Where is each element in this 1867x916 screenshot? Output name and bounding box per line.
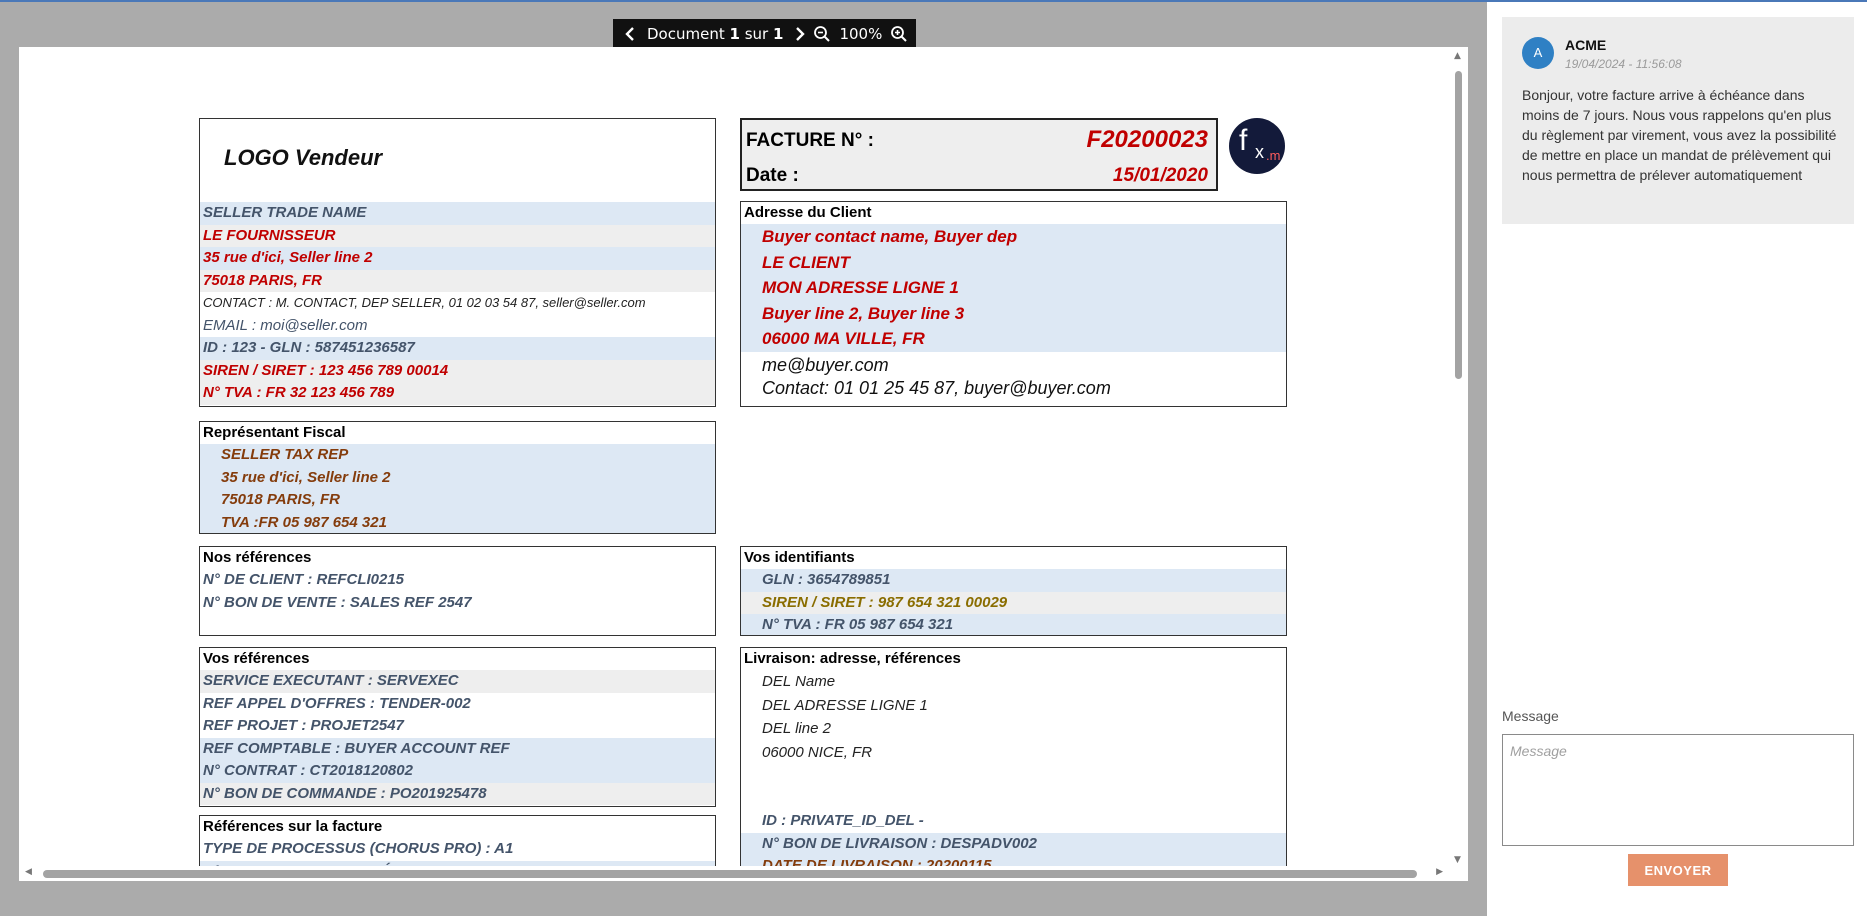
seller-contact: CONTACT : M. CONTACT, DEP SELLER, 01 02 …	[200, 292, 715, 315]
client-address-2: Buyer line 2, Buyer line 3	[741, 300, 1286, 327]
fx-logo: f x .m	[1229, 118, 1285, 174]
seller-id-gln: ID : 123 - GLN : 587451236587	[200, 337, 715, 360]
invoice-number-label: FACTURE N° :	[746, 130, 874, 151]
scroll-up-icon[interactable]: ▲	[1454, 51, 1461, 61]
comment-timestamp: 19/04/2024 - 11:56:08	[1565, 57, 1682, 71]
delivery-city: 06000 NICE, FR	[762, 743, 873, 761]
message-label: Message	[1502, 708, 1559, 724]
seller-tva: N° TVA : FR 32 123 456 789	[200, 382, 715, 405]
delivery-box: Livraison: adresse, références DEL Name …	[740, 647, 1287, 881]
your-ref-contract: N° CONTRAT : CT2018120802	[200, 760, 715, 783]
your-references-header: Vos références	[203, 650, 310, 667]
seller-logo: LOGO Vendeur	[224, 145, 383, 170]
chevron-right-icon[interactable]	[789, 23, 811, 45]
client-contact-name: Buyer contact name, Buyer dep	[741, 224, 1286, 250]
scroll-down-icon[interactable]: ▼	[1454, 855, 1461, 865]
page-current: 1	[729, 25, 740, 43]
invoice-ref-process: TYPE DE PROCESSUS (CHORUS PRO) : A1	[200, 838, 715, 861]
our-ref-client: N° DE CLIENT : REFCLI0215	[200, 569, 715, 592]
your-ref-order: N° BON DE COMMANDE : PO201925478	[200, 782, 715, 805]
seller-box: LOGO Vendeur SELLER TRADE NAME LE FOURNI…	[199, 118, 716, 407]
avatar: A	[1522, 37, 1554, 69]
our-references-box: Nos références N° DE CLIENT : REFCLI0215…	[199, 546, 716, 636]
your-id-gln: GLN : 3654789851	[741, 569, 1286, 592]
delivery-address-1: DEL ADRESSE LIGNE 1	[762, 696, 928, 714]
our-references-header: Nos références	[203, 549, 312, 566]
invoice-date: 15/01/2020	[1112, 165, 1208, 186]
send-button[interactable]: ENVOYER	[1628, 854, 1728, 886]
zoom-in-icon[interactable]	[888, 23, 910, 45]
client-header: Adresse du Client	[744, 204, 872, 221]
invoice-number-box: FACTURE N° : F20200023 Date : 15/01/2020	[740, 118, 1218, 191]
client-city: 06000 MA VILLE, FR	[741, 326, 1286, 352]
vertical-scroll-thumb[interactable]	[1455, 71, 1462, 379]
delivery-id: ID : PRIVATE_ID_DEL -	[741, 810, 1286, 833]
client-box: Adresse du Client Buyer contact name, Bu…	[740, 201, 1287, 407]
your-references-box: Vos références SERVICE EXECUTANT : SERVE…	[199, 647, 716, 807]
fiscal-rep-address: 35 rue d'ici, Seller line 2	[200, 466, 715, 489]
delivery-header: Livraison: adresse, références	[744, 650, 961, 667]
comments-sidebar: A ACME 19/04/2024 - 11:56:08 Bonjour, vo…	[1487, 2, 1867, 916]
fiscal-rep-box: Représentant Fiscal SELLER TAX REP 35 ru…	[199, 421, 716, 534]
invoice-references-header: Références sur la facture	[203, 818, 383, 835]
your-id-tva: N° TVA : FR 05 987 654 321	[741, 614, 1286, 635]
comment-author: ACME	[1565, 37, 1607, 53]
zoom-level: 100%	[839, 25, 883, 43]
seller-name: LE FOURNISSEUR	[200, 224, 715, 247]
delivery-name: DEL Name	[762, 673, 836, 690]
comment-card: A ACME 19/04/2024 - 11:56:08 Bonjour, vo…	[1502, 17, 1854, 224]
fiscal-rep-name: SELLER TAX REP	[200, 444, 715, 467]
your-id-siren: SIREN / SIRET : 987 654 321 00029	[741, 591, 1286, 614]
seller-email: EMAIL : moi@seller.com	[200, 314, 715, 337]
horizontal-scrollbar[interactable]: ◀ ▶	[19, 866, 1449, 881]
your-ref-tender: REF APPEL D'OFFRES : TENDER-002	[200, 692, 715, 715]
fiscal-rep-city: 75018 PARIS, FR	[200, 489, 715, 512]
scroll-left-icon[interactable]: ◀	[25, 867, 32, 877]
client-address-1: MON ADRESSE LIGNE 1	[741, 275, 1286, 301]
invoice-page: LOGO Vendeur SELLER TRADE NAME LE FOURNI…	[19, 47, 1468, 881]
comment-text: Bonjour, votre facture arrive à échéance…	[1522, 87, 1837, 183]
viewer-toolbar: Document 1 sur 1 100%	[613, 19, 917, 49]
page-indicator: Document 1 sur 1	[641, 25, 789, 43]
page-separator: sur	[744, 25, 769, 43]
fiscal-rep-header: Représentant Fiscal	[203, 424, 346, 441]
seller-city: 75018 PARIS, FR	[200, 269, 715, 292]
our-ref-sales: N° BON DE VENTE : SALES REF 2547	[200, 591, 715, 614]
seller-siren: SIREN / SIRET : 123 456 789 00014	[200, 359, 715, 382]
fiscal-rep-tva: TVA :FR 05 987 654 321	[200, 511, 715, 533]
invoice-date-label: Date :	[746, 165, 799, 186]
vertical-scrollbar[interactable]: ▲ ▼	[1449, 47, 1468, 881]
client-name: LE CLIENT	[741, 249, 1286, 276]
horizontal-scroll-thumb[interactable]	[43, 870, 1417, 878]
scroll-right-icon[interactable]: ▶	[1436, 867, 1443, 877]
your-identifiers-box: Vos identifiants GLN : 3654789851 SIREN …	[740, 546, 1287, 636]
client-email: me@buyer.com	[762, 354, 889, 375]
delivery-address-2: DEL line 2	[762, 720, 831, 737]
chevron-left-icon[interactable]	[619, 23, 641, 45]
page-total: 1	[773, 25, 784, 43]
your-ref-project: REF PROJET : PROJET2547	[200, 715, 715, 738]
your-ref-service: SERVICE EXECUTANT : SERVEXEC	[200, 670, 715, 693]
invoice-number: F20200023	[1086, 126, 1208, 153]
seller-address: 35 rue d'ici, Seller line 2	[200, 247, 715, 270]
client-phone: Contact: 01 01 25 45 87, buyer@buyer.com	[762, 377, 1111, 398]
message-input[interactable]	[1502, 734, 1854, 846]
seller-trade-name: SELLER TRADE NAME	[200, 202, 715, 225]
delivery-note-number: N° BON DE LIVRAISON : DESPADV002	[741, 832, 1286, 855]
zoom-out-icon[interactable]	[811, 23, 833, 45]
page-indicator-word: Document	[647, 25, 725, 43]
your-identifiers-header: Vos identifiants	[744, 549, 855, 566]
your-ref-accounting: REF COMPTABLE : BUYER ACCOUNT REF	[200, 737, 715, 760]
